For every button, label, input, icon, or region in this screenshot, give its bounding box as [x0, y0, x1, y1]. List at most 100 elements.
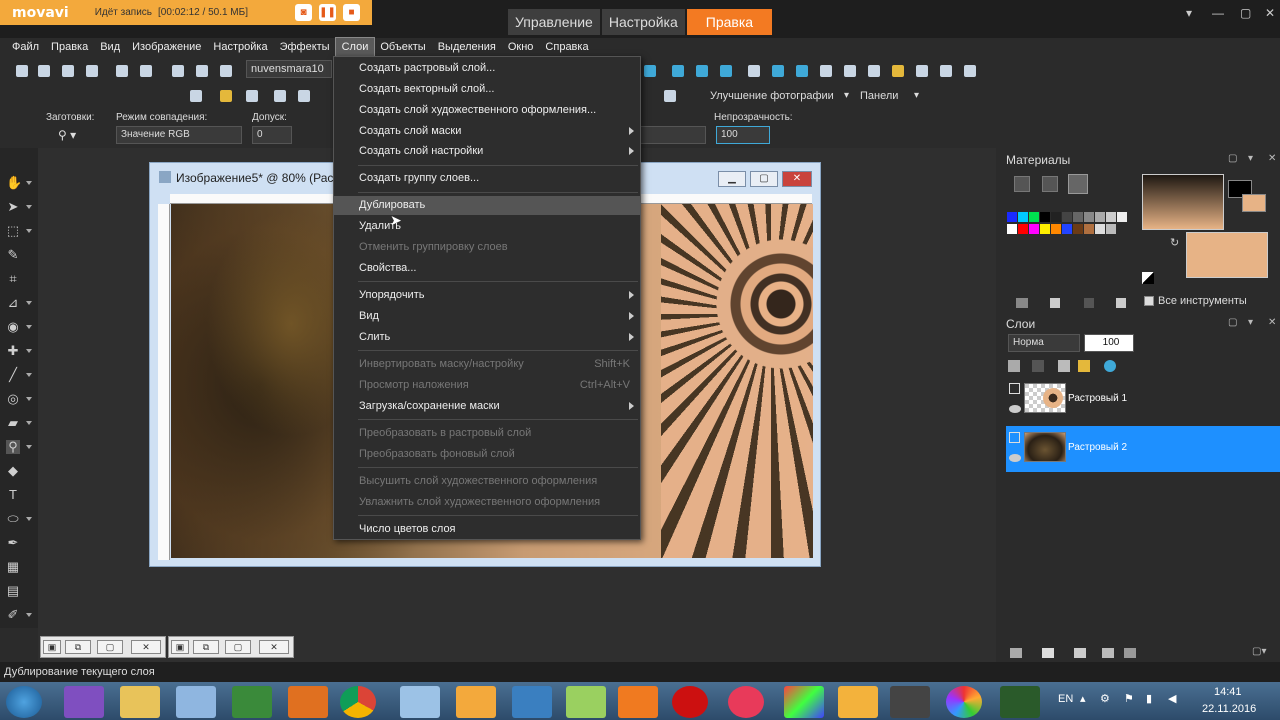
taskbar-app-icon[interactable] — [618, 686, 658, 718]
taskbar-app-icon[interactable] — [728, 686, 764, 718]
tool-icon[interactable] — [116, 65, 128, 77]
menu-effects[interactable]: Эффекты — [274, 38, 336, 56]
dropper-tool-icon[interactable]: ✎ — [6, 248, 20, 262]
panel-tool-icon[interactable] — [1116, 298, 1126, 308]
browse-icon[interactable] — [246, 90, 258, 102]
panel-tool-icon[interactable] — [1016, 298, 1028, 308]
tool-icon[interactable] — [696, 65, 708, 77]
color-swatch[interactable] — [1062, 224, 1072, 234]
menu-item-new-mask-layer[interactable]: Создать слой маски — [334, 122, 640, 141]
taskbar-app-icon[interactable] — [566, 686, 606, 718]
brush-tool-icon[interactable]: ╱ — [6, 368, 20, 382]
menu-item-new-raster-layer[interactable]: Создать растровый слой... — [334, 59, 640, 78]
taskbar-app-icon[interactable] — [176, 686, 216, 718]
chevron-down-icon[interactable]: ▾ — [1186, 6, 1192, 20]
chevron-down-icon[interactable]: ▾ — [1248, 317, 1253, 328]
tray-arrow-icon[interactable]: ▴ — [1080, 692, 1086, 705]
layer-item[interactable]: Растровый 1 — [1006, 377, 1280, 423]
new-file-icon[interactable] — [190, 90, 202, 102]
swatches-tab-icon[interactable] — [1068, 174, 1088, 194]
language-indicator[interactable]: EN — [1058, 693, 1073, 705]
warp-tool-icon[interactable]: ▦ — [6, 560, 20, 574]
menu-item-new-art-media-layer[interactable]: Создать слой художественного оформления.… — [334, 101, 640, 120]
color-swatch[interactable] — [1106, 224, 1116, 234]
color-swatch[interactable] — [1084, 224, 1094, 234]
tool-icon[interactable] — [86, 65, 98, 77]
menu-layers[interactable]: Слои — [334, 37, 376, 57]
color-swatch[interactable] — [1062, 212, 1072, 222]
pen-tool-icon[interactable]: ✒ — [6, 536, 20, 550]
clock-date[interactable]: 22.11.2016 — [1202, 703, 1256, 715]
panel-tool-icon[interactable] — [1084, 298, 1094, 308]
menu-item-new-layer-group[interactable]: Создать группу слоев... — [334, 169, 640, 188]
close-icon[interactable]: ✕ — [1265, 6, 1275, 20]
menu-item-layer-color-count[interactable]: Число цветов слоя — [334, 520, 640, 539]
menu-adjust[interactable]: Настройка — [207, 38, 273, 56]
menu-item-properties[interactable]: Свойства... — [334, 259, 640, 278]
menu-objects[interactable]: Объекты — [374, 38, 431, 56]
match-mode-select[interactable]: Значение RGB — [116, 126, 242, 144]
pan-tool-icon[interactable]: ✋ — [6, 176, 22, 190]
tool-icon[interactable] — [748, 65, 760, 77]
smudge-tool-icon[interactable]: ✐ — [6, 608, 20, 622]
maximize-icon[interactable]: ▢ — [1240, 6, 1251, 20]
color-swatch[interactable] — [1018, 212, 1028, 222]
tool-icon[interactable] — [720, 65, 732, 77]
menu-help[interactable]: Справка — [539, 38, 594, 56]
tool-icon[interactable] — [892, 65, 904, 77]
chevron-down-icon[interactable]: ▾ — [1248, 153, 1253, 164]
taskbar-app-icon[interactable] — [288, 686, 328, 718]
save-as-icon[interactable] — [298, 90, 310, 102]
trash-icon[interactable] — [1124, 648, 1136, 658]
color-swatch[interactable] — [1007, 212, 1017, 222]
color-swatch[interactable] — [1095, 212, 1105, 222]
duplicate-layer-icon[interactable] — [1102, 648, 1114, 658]
frame-tab-icon[interactable] — [1014, 176, 1030, 192]
panel-menu-icon[interactable]: ▢ — [1228, 153, 1237, 164]
menu-selections[interactable]: Выделения — [432, 38, 502, 56]
taskbar-app-icon[interactable] — [512, 686, 552, 718]
close-icon[interactable]: ✕ — [131, 640, 161, 654]
save-icon[interactable] — [274, 90, 286, 102]
close-icon[interactable]: ✕ — [1268, 153, 1276, 164]
shape-tool-icon[interactable]: ⬭ — [6, 512, 20, 526]
crop-tool-icon[interactable]: ⌗ — [6, 272, 20, 286]
tool-icon[interactable] — [38, 65, 50, 77]
background-material[interactable] — [1186, 232, 1268, 278]
layer-tool-icon[interactable] — [1008, 360, 1020, 372]
screenshot-icon[interactable]: ◙ — [295, 4, 312, 21]
color-swatch[interactable] — [1040, 224, 1050, 234]
taskbar-app-icon[interactable] — [838, 686, 878, 718]
foreground-material[interactable] — [1142, 174, 1224, 230]
folder-icon[interactable] — [120, 686, 160, 718]
layer-opacity-input[interactable]: 100 — [1084, 334, 1134, 352]
color-swatch[interactable] — [1029, 212, 1039, 222]
minimize-icon[interactable]: — — [1212, 6, 1224, 20]
background-color[interactable] — [1242, 194, 1266, 212]
restore-icon[interactable]: ⧉ — [65, 640, 91, 654]
tool-icon[interactable] — [196, 65, 208, 77]
stop-icon[interactable]: ■ — [343, 4, 360, 21]
taskbar-app-icon[interactable] — [400, 686, 440, 718]
maximize-icon[interactable]: ▢ — [225, 640, 251, 654]
tool-icon[interactable] — [644, 65, 656, 77]
menu-item-new-adjustment-layer[interactable]: Создать слой настройки — [334, 142, 640, 161]
taskbar-app-icon[interactable] — [456, 686, 496, 718]
taskbar-app-icon[interactable] — [784, 686, 824, 718]
link-icon[interactable] — [1058, 360, 1070, 372]
color-swatch[interactable] — [1073, 224, 1083, 234]
clone-tool-icon[interactable]: ◎ — [6, 392, 20, 406]
menu-edit[interactable]: Правка — [45, 38, 94, 56]
color-swatch[interactable] — [1007, 224, 1017, 234]
volume-icon[interactable]: ◀ — [1168, 692, 1176, 705]
tolerance-input[interactable]: 0 — [252, 126, 292, 144]
color-swatch[interactable] — [1073, 212, 1083, 222]
tool-icon[interactable] — [16, 65, 28, 77]
menu-item-merge[interactable]: Слить — [334, 328, 640, 347]
makeover-tool-icon[interactable]: ✚ — [6, 344, 20, 358]
minimized-window[interactable]: ▣ ⧉ ▢ ✕ — [168, 636, 294, 658]
taskbar-app-icon[interactable] — [1000, 686, 1040, 718]
magic-fill-tool-icon[interactable]: ⚲ — [6, 440, 20, 454]
straighten-tool-icon[interactable]: ⊿ — [6, 296, 20, 310]
options-select[interactable] — [640, 126, 706, 144]
